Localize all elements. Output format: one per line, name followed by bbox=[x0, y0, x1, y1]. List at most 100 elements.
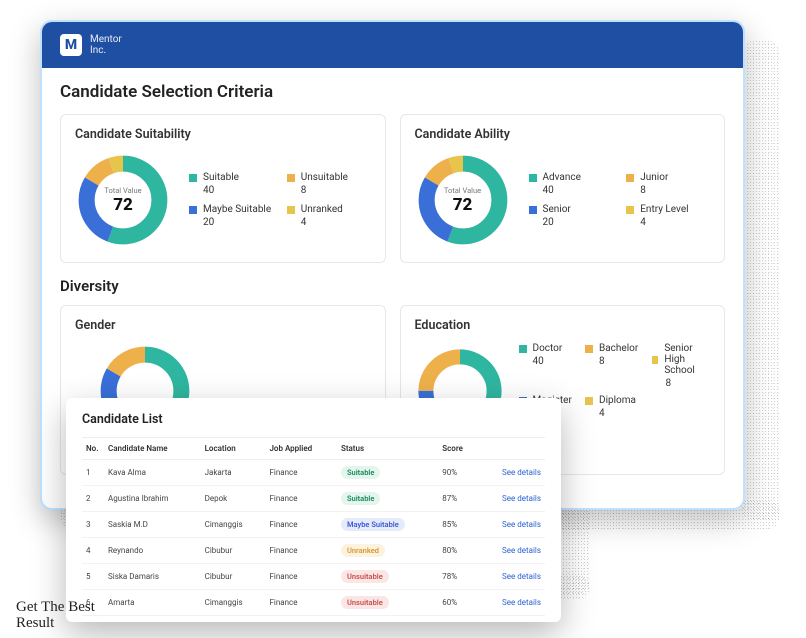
cell-location: Depok bbox=[201, 486, 266, 512]
table-header: No. bbox=[82, 438, 104, 460]
legend-label: Senior bbox=[543, 204, 571, 215]
legend-value: 4 bbox=[640, 217, 710, 228]
section-title-diversity: Diversity bbox=[60, 277, 725, 295]
legend-value: 8 bbox=[301, 185, 371, 196]
donut-center-label: Total Value bbox=[444, 186, 481, 195]
legend-swatch bbox=[585, 397, 593, 405]
cell-location: Cimanggis bbox=[201, 590, 266, 616]
legend-label: Junior bbox=[640, 172, 668, 183]
legend-swatch bbox=[585, 345, 593, 353]
donut-center-label: Total Value bbox=[104, 186, 141, 195]
status-badge: Unsuitable bbox=[341, 596, 389, 609]
status-badge: Suitable bbox=[341, 466, 380, 479]
donut-center-value: 72 bbox=[453, 195, 473, 215]
cell-location: Cibubur bbox=[201, 538, 266, 564]
table-row: 3Saskia M.DCimanggisFinanceMaybe Suitabl… bbox=[82, 512, 545, 538]
legend-item: Maybe Suitable20 bbox=[189, 204, 273, 228]
legend-swatch bbox=[626, 206, 634, 214]
see-details-link[interactable]: See details bbox=[502, 546, 541, 555]
cell-location: Cibubur bbox=[201, 564, 266, 590]
cell-name: Siska Damaris bbox=[104, 564, 201, 590]
card-suitability: Candidate Suitability Total Value 72 bbox=[60, 114, 386, 263]
cell-job: Finance bbox=[265, 460, 336, 486]
decorative-shadow bbox=[740, 40, 780, 520]
card-title-ability: Candidate Ability bbox=[415, 127, 711, 142]
brand-name: Mentor Inc. bbox=[90, 34, 122, 56]
legend-item: Advance40 bbox=[529, 172, 613, 196]
see-details-link[interactable]: See details bbox=[502, 520, 541, 529]
legend-item: Bachelor8 bbox=[585, 343, 644, 389]
legend-item: Suitable40 bbox=[189, 172, 273, 196]
cell-status: Maybe Suitable bbox=[337, 512, 438, 538]
legend-value: 8 bbox=[666, 378, 711, 389]
candidate-table: No.Candidate NameLocationJob AppliedStat… bbox=[82, 437, 545, 616]
legend-item: Unranked4 bbox=[287, 204, 371, 228]
cell-status: Suitable bbox=[337, 486, 438, 512]
card-ability: Candidate Ability Total Value 72 bbox=[400, 114, 726, 263]
legend-item: Unsuitable 8 bbox=[287, 172, 371, 196]
table-row: 2Agustina IbrahimDepokFinanceSuitable87%… bbox=[82, 486, 545, 512]
legend-label: Suitable bbox=[203, 172, 239, 183]
cell-job: Finance bbox=[265, 486, 336, 512]
table-header: Status bbox=[337, 438, 438, 460]
legend-label: SeniorHigh School bbox=[664, 343, 710, 376]
table-header: Location bbox=[201, 438, 266, 460]
brand-line2: Inc. bbox=[90, 45, 122, 56]
cell-name: Saskia M.D bbox=[104, 512, 201, 538]
card-title-education: Education bbox=[415, 318, 711, 333]
card-title-gender: Gender bbox=[75, 318, 371, 333]
cell-score: 80% bbox=[438, 538, 478, 564]
see-details-link[interactable]: See details bbox=[502, 598, 541, 607]
cell-status: Unsuitable bbox=[337, 564, 438, 590]
cell-job: Finance bbox=[265, 512, 336, 538]
legend-label: Diploma bbox=[599, 395, 636, 406]
card-title-suitability: Candidate Suitability bbox=[75, 127, 371, 142]
cell-location: Jakarta bbox=[201, 460, 266, 486]
donut-center-value: 72 bbox=[113, 195, 133, 215]
legend-ability: Advance40 Junior 8 Senior20 Entry Level4 bbox=[529, 172, 711, 228]
legend-item: Diploma 4 bbox=[585, 395, 644, 419]
table-header: Score bbox=[438, 438, 478, 460]
tagline: Get The Best Result bbox=[16, 600, 116, 632]
cell-score: 60% bbox=[438, 590, 478, 616]
cell-name: Reynando bbox=[104, 538, 201, 564]
legend-swatch bbox=[189, 206, 197, 214]
table-header: Candidate Name bbox=[104, 438, 201, 460]
legend-value: 20 bbox=[203, 217, 273, 228]
legend-swatch bbox=[189, 174, 197, 182]
cell-job: Finance bbox=[265, 538, 336, 564]
see-details-link[interactable]: See details bbox=[502, 468, 541, 477]
brand-line1: Mentor bbox=[90, 34, 122, 45]
cell-no: 4 bbox=[82, 538, 104, 564]
legend-swatch bbox=[529, 174, 537, 182]
legend-item: Junior 8 bbox=[626, 172, 710, 196]
legend-item: Entry Level4 bbox=[626, 204, 710, 228]
cell-location: Cimanggis bbox=[201, 512, 266, 538]
legend-swatch bbox=[652, 356, 659, 364]
cell-no: 2 bbox=[82, 486, 104, 512]
cell-score: 85% bbox=[438, 512, 478, 538]
cell-job: Finance bbox=[265, 564, 336, 590]
cell-name: Kava Alma bbox=[104, 460, 201, 486]
logo-icon: M bbox=[60, 34, 82, 56]
legend-value: 8 bbox=[640, 185, 710, 196]
legend-value: 40 bbox=[543, 185, 613, 196]
legend-label: Unsuitable bbox=[301, 172, 348, 183]
nav-bar: M Mentor Inc. bbox=[42, 22, 743, 68]
status-badge: Unsuitable bbox=[341, 570, 389, 583]
legend-item: Senior20 bbox=[529, 204, 613, 228]
legend-value: 4 bbox=[599, 408, 644, 419]
table-row: 5Siska DamarisCibuburFinanceUnsuitable78… bbox=[82, 564, 545, 590]
table-header bbox=[479, 438, 545, 460]
table-row: 4ReynandoCibuburFinanceUnranked80%See de… bbox=[82, 538, 545, 564]
legend-suitability: Suitable40 Unsuitable 8 Maybe Suitable20 Unr… bbox=[189, 172, 371, 228]
see-details-link[interactable]: See details bbox=[502, 572, 541, 581]
see-details-link[interactable]: See details bbox=[502, 494, 541, 503]
donut-chart-ability: Total Value 72 bbox=[415, 152, 511, 248]
legend-value: 40 bbox=[533, 356, 578, 367]
page-title: Candidate Selection Criteria bbox=[60, 82, 725, 102]
legend-value: 4 bbox=[301, 217, 371, 228]
legend-item: SeniorHigh School 8 bbox=[652, 343, 711, 389]
cell-no: 5 bbox=[82, 564, 104, 590]
cell-name: Agustina Ibrahim bbox=[104, 486, 201, 512]
